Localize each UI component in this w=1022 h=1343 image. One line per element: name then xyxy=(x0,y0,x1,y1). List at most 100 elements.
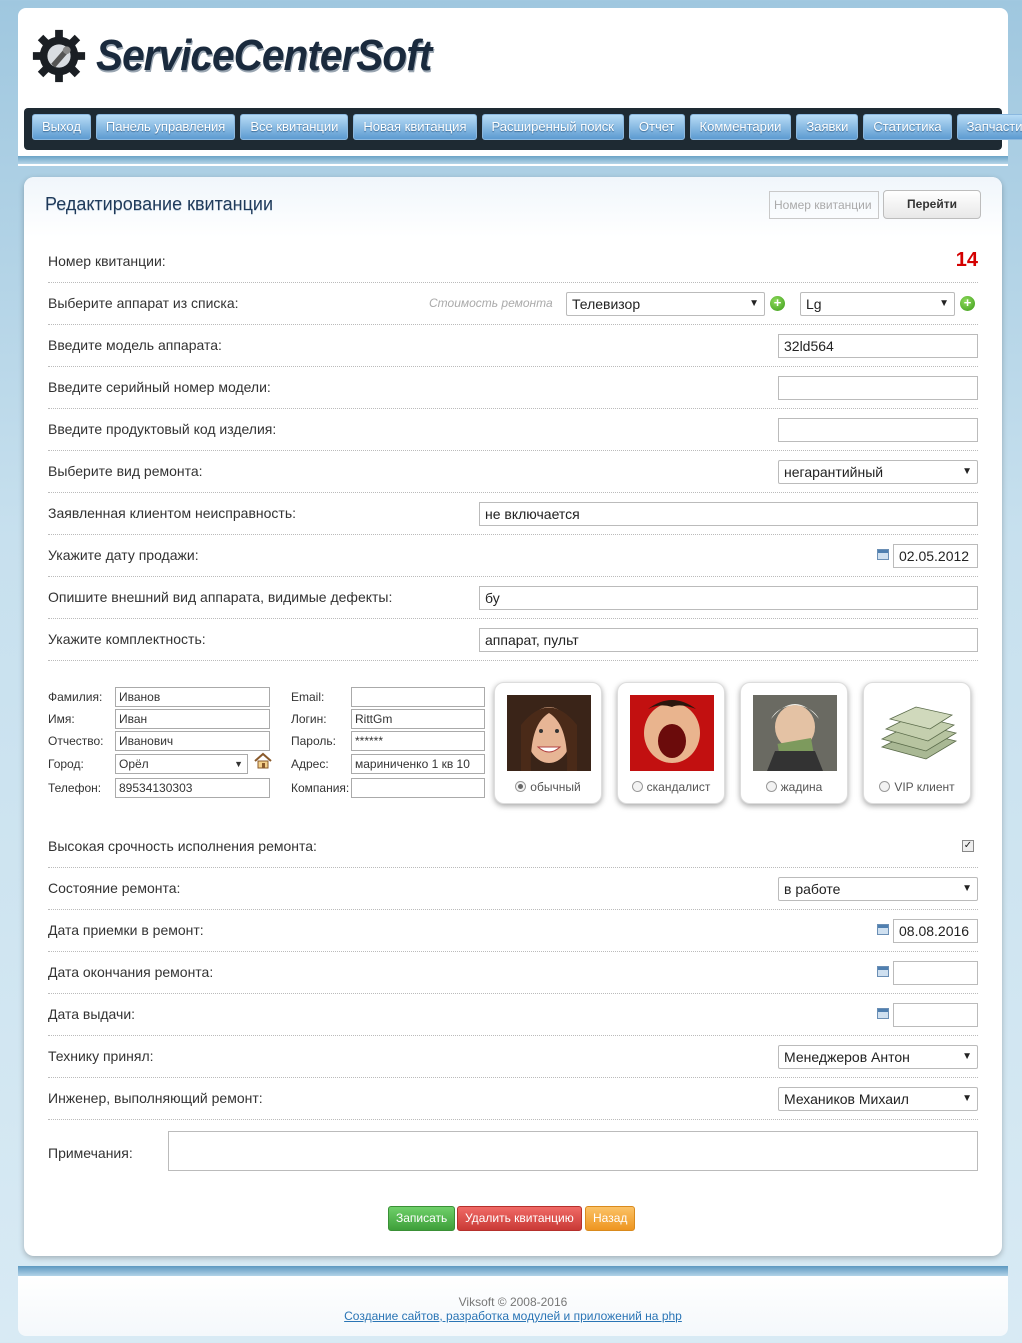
device-brand-select[interactable]: Lg ▼ xyxy=(800,292,955,316)
gear-logo-icon xyxy=(32,29,86,83)
login-input[interactable]: RittGm xyxy=(351,709,485,729)
logo[interactable]: ServiceCenterSoft xyxy=(30,26,460,86)
model-input[interactable]: 32ld564 xyxy=(778,334,978,358)
client-type-greedy-radio[interactable]: жадина xyxy=(741,780,847,794)
urgency-label: Высокая срочность исполнения ремонта: xyxy=(48,838,317,854)
fault-input[interactable]: не включается xyxy=(479,502,978,526)
nav-new-receipt[interactable]: Новая квитанция xyxy=(353,114,477,140)
kit-input[interactable]: аппарат, пульт xyxy=(479,628,978,652)
surname-input[interactable]: Иванов xyxy=(115,687,270,707)
patronymic-input[interactable]: Иванович xyxy=(115,731,270,751)
receipt-number-input[interactable]: Номер квитанции xyxy=(769,191,879,219)
receipt-number-label: Номер квитанции: xyxy=(48,253,166,269)
row-repair-state: Состояние ремонта: в работе ▼ xyxy=(48,868,978,910)
chevron-down-icon: ▼ xyxy=(749,298,759,309)
finish-date-input[interactable] xyxy=(893,961,978,985)
site-header: ServiceCenterSoft xyxy=(18,8,1008,105)
receiver-value: Менеджеров Антон xyxy=(784,1049,910,1065)
repair-type-select[interactable]: негарантийный ▼ xyxy=(778,460,978,484)
client-type-vip[interactable]: VIP клиент xyxy=(863,682,971,804)
row-product-code: Введите продуктовый код изделия: xyxy=(48,409,978,451)
login-label: Логин: xyxy=(291,712,327,726)
password-label: Пароль: xyxy=(291,734,336,748)
nav-statistics[interactable]: Статистика xyxy=(863,114,952,140)
delete-receipt-button[interactable]: Удалить квитанцию xyxy=(457,1206,582,1231)
greedy-old-woman-image xyxy=(753,695,837,771)
row-engineer: Инженер, выполняющий ремонт: Механиков М… xyxy=(48,1078,978,1120)
serial-label: Введите серийный номер модели: xyxy=(48,379,271,395)
go-button[interactable]: Перейти xyxy=(883,190,981,219)
nav-area: Выход Панель управления Все квитанции Но… xyxy=(18,104,1022,166)
engineer-value: Механиков Михаил xyxy=(784,1091,909,1107)
name-input[interactable]: Иван xyxy=(115,709,270,729)
phone-input[interactable]: 89534130303 xyxy=(115,778,270,798)
row-receiver: Технику принял: Менеджеров Антон ▼ xyxy=(48,1036,978,1078)
row-device: Выберите аппарат из списка: Стоимость ре… xyxy=(48,283,978,325)
calendar-icon[interactable] xyxy=(877,966,889,977)
client-type-greedy[interactable]: жадина xyxy=(740,682,848,804)
add-device-type-icon[interactable]: + xyxy=(770,296,785,311)
calendar-icon[interactable] xyxy=(877,1008,889,1019)
footer-link[interactable]: Создание сайтов, разработка модулей и пр… xyxy=(18,1309,1008,1323)
client-type-normal[interactable]: обычный xyxy=(494,682,602,804)
client-type-scandalous-label: скандалист xyxy=(646,780,711,794)
urgency-checkbox[interactable]: ✓ xyxy=(962,840,974,852)
row-finish-date: Дата окончания ремонта: xyxy=(48,952,978,994)
nav-all-receipts[interactable]: Все квитанции xyxy=(240,114,349,140)
password-input[interactable]: ****** xyxy=(351,731,485,751)
chevron-down-icon: ▼ xyxy=(962,466,972,477)
chevron-down-icon: ▼ xyxy=(962,883,972,894)
repair-state-select[interactable]: в работе ▼ xyxy=(778,877,978,901)
engineer-label: Инженер, выполняющий ремонт: xyxy=(48,1090,263,1106)
radio-icon xyxy=(879,781,891,792)
finish-date-label: Дата окончания ремонта: xyxy=(48,964,214,980)
client-type-scandalous-radio[interactable]: скандалист xyxy=(618,780,724,794)
sale-date-label: Укажите дату продажи: xyxy=(48,547,199,563)
nav-requests[interactable]: Заявки xyxy=(796,114,859,140)
nav-dashboard[interactable]: Панель управления xyxy=(95,114,236,140)
nav-report[interactable]: Отчет xyxy=(628,114,685,140)
address-input[interactable]: мариниченко 1 кв 10 xyxy=(351,754,485,774)
nav-comments[interactable]: Комментарии xyxy=(689,114,792,140)
email-input[interactable] xyxy=(351,687,485,707)
sale-date-input[interactable]: 02.05.2012 xyxy=(893,544,978,568)
radio-icon xyxy=(515,781,527,792)
back-button[interactable]: Назад xyxy=(585,1206,636,1231)
receiver-select[interactable]: Менеджеров Антон ▼ xyxy=(778,1045,978,1069)
chevron-down-icon: ▼ xyxy=(962,1093,972,1104)
engineer-select[interactable]: Механиков Михаил ▼ xyxy=(778,1087,978,1111)
notes-label: Примечания: xyxy=(48,1145,133,1161)
client-type-normal-radio[interactable]: обычный xyxy=(495,780,601,794)
company-input[interactable] xyxy=(351,778,485,798)
calendar-icon[interactable] xyxy=(877,549,889,560)
notes-textarea[interactable] xyxy=(168,1131,978,1171)
save-button[interactable]: Записать xyxy=(388,1206,456,1231)
client-info: Фамилия: Иванов Имя: Иван Отчество: Иван… xyxy=(48,682,978,810)
device-type-select[interactable]: Телевизор ▼ xyxy=(566,292,765,316)
row-receipt-number: Номер квитанции: 14 xyxy=(48,241,978,283)
appearance-input[interactable]: бу xyxy=(479,586,978,610)
product-code-input[interactable] xyxy=(778,418,978,442)
client-type-vip-radio[interactable]: VIP клиент xyxy=(864,780,970,794)
calendar-icon[interactable] xyxy=(877,924,889,935)
client-type-scandalous[interactable]: скандалист xyxy=(617,682,725,804)
home-icon[interactable] xyxy=(254,752,272,770)
radio-icon xyxy=(631,781,643,792)
edit-receipt-panel: Редактирование квитанции Номер квитанции… xyxy=(24,177,1002,1256)
surname-label: Фамилия: xyxy=(48,690,103,704)
nav-parts[interactable]: Запчасти xyxy=(956,114,1022,140)
site-footer: Viksoft © 2008-2016 Создание сайтов, раз… xyxy=(18,1276,1008,1336)
screaming-woman-image xyxy=(630,695,714,771)
row-issue-date: Дата выдачи: xyxy=(48,994,978,1036)
receipt-number-value: 14 xyxy=(955,249,978,271)
nav-advanced-search[interactable]: Расширенный поиск xyxy=(481,114,624,140)
accept-date-input[interactable]: 08.08.2016 xyxy=(893,919,978,943)
nav-logout[interactable]: Выход xyxy=(32,114,91,140)
email-label: Email: xyxy=(291,690,325,704)
serial-input[interactable] xyxy=(778,376,978,400)
issue-date-input[interactable] xyxy=(893,1003,978,1027)
appearance-label: Опишите внешний вид аппарата, видимые де… xyxy=(48,589,393,605)
city-select[interactable]: Орёл ▼ xyxy=(115,754,248,774)
kit-label: Укажите комплектность: xyxy=(48,631,206,647)
add-device-brand-icon[interactable]: + xyxy=(960,296,975,311)
